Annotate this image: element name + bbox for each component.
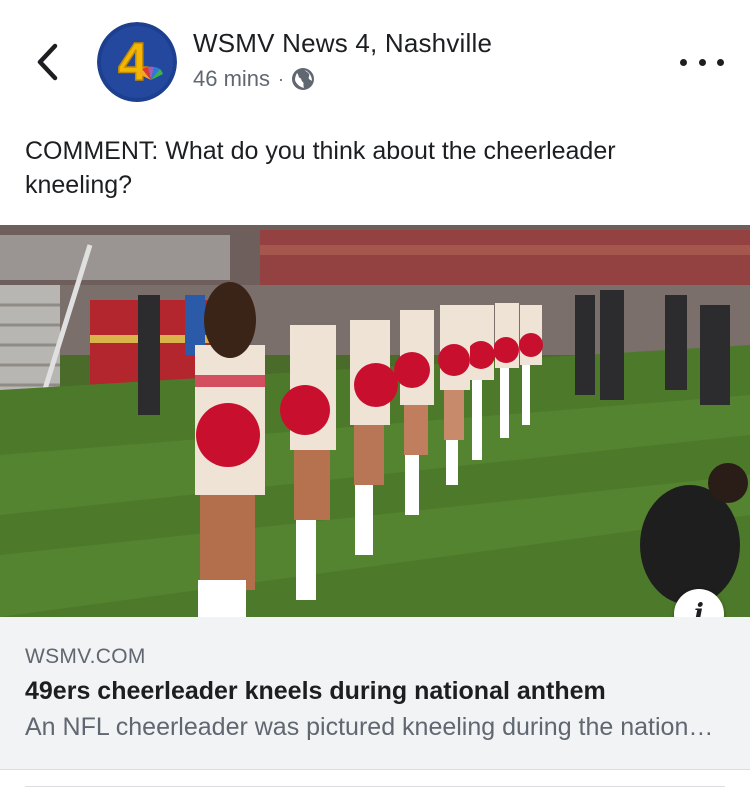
meta-separator: · (278, 68, 285, 89)
avatar[interactable]: 4 (97, 22, 177, 102)
link-preview[interactable]: WSMV.COM 49ers cheerleader kneels during… (0, 617, 750, 770)
more-options-button[interactable] (680, 44, 724, 80)
link-description: An NFL cheerleader was pictured kneeling… (25, 713, 725, 741)
link-domain: WSMV.COM (25, 645, 146, 668)
post-header: 4 WSMV News 4, Nashville 46 mins · (0, 0, 750, 120)
post-text: COMMENT: What do you think about the che… (25, 137, 616, 199)
timestamp[interactable]: 46 mins (193, 66, 270, 92)
link-title[interactable]: 49ers cheerleader kneels during national… (25, 677, 606, 706)
info-icon: i (694, 599, 704, 617)
divider (25, 786, 725, 787)
more-dot (680, 58, 687, 66)
post-image[interactable]: i (0, 225, 750, 617)
post-card: 4 WSMV News 4, Nashville 46 mins · COMME… (0, 0, 750, 792)
page-name[interactable]: WSMV News 4, Nashville (193, 28, 492, 59)
back-button[interactable] (28, 38, 68, 86)
more-dot (717, 58, 724, 66)
post-meta: 46 mins · (193, 64, 315, 94)
chevron-left-icon (37, 43, 58, 81)
avatar-channel-number: 4 (118, 32, 148, 92)
more-dot (698, 58, 706, 66)
globe-icon[interactable] (291, 67, 315, 91)
